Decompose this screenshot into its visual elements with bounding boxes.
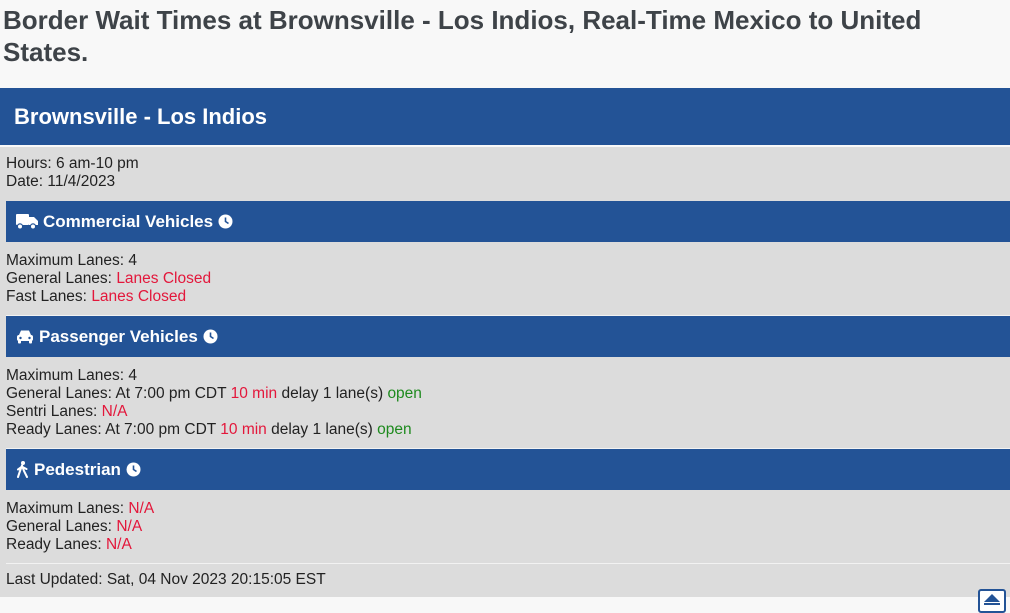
general-lanes-label: General Lanes: xyxy=(6,518,112,535)
passenger-sentri-row: Sentri Lanes: N/A xyxy=(6,403,1010,421)
general-lanes-status: Lanes Closed xyxy=(116,270,212,287)
max-lanes-label: Maximum Lanes: xyxy=(6,252,125,269)
pedestrian-ready-row: Ready Lanes: N/A xyxy=(6,536,1010,554)
walking-icon xyxy=(16,461,29,478)
max-lanes-value: 4 xyxy=(128,367,137,384)
passenger-section-header: Passenger Vehicles xyxy=(6,316,1010,357)
general-lanes-label: General Lanes: xyxy=(6,385,112,402)
commercial-title: Commercial Vehicles xyxy=(43,211,214,231)
date-row: Date: 11/4/2023 xyxy=(6,173,1010,191)
clock-icon[interactable] xyxy=(203,329,218,344)
general-lanes-delay: 10 min xyxy=(230,385,278,402)
pedestrian-max-row: Maximum Lanes: N/A xyxy=(6,500,1010,518)
general-lanes-delay-suffix: delay 1 lane(s) xyxy=(281,385,384,402)
passenger-max-row: Maximum Lanes: 4 xyxy=(6,367,1010,385)
clock-icon[interactable] xyxy=(218,214,233,229)
commercial-section-header: Commercial Vehicles xyxy=(6,201,1010,242)
hours-label: Hours: xyxy=(6,155,52,172)
ready-lanes-delay-suffix: delay 1 lane(s) xyxy=(271,421,373,438)
scroll-to-top-button[interactable] xyxy=(978,589,1006,613)
truck-icon xyxy=(16,213,38,230)
sentri-lanes-value: N/A xyxy=(101,403,128,420)
date-value: 11/4/2023 xyxy=(47,173,116,190)
max-lanes-label: Maximum Lanes: xyxy=(6,367,125,384)
pedestrian-general-row: General Lanes: N/A xyxy=(6,518,1010,536)
passenger-details: Maximum Lanes: 4 General Lanes: At 7:00 … xyxy=(0,357,1010,449)
fast-lanes-status: Lanes Closed xyxy=(91,288,187,305)
commercial-general-row: General Lanes: Lanes Closed xyxy=(6,270,1010,288)
passenger-ready-row: Ready Lanes: At 7:00 pm CDT 10 min delay… xyxy=(6,421,1010,439)
ready-lanes-time: At 7:00 pm CDT xyxy=(105,421,216,438)
passenger-general-row: General Lanes: At 7:00 pm CDT 10 min del… xyxy=(6,385,1010,403)
chevron-up-icon xyxy=(983,592,1001,611)
car-icon xyxy=(16,329,34,344)
pedestrian-title: Pedestrian xyxy=(34,459,121,479)
passenger-title: Passenger Vehicles xyxy=(39,326,198,346)
ready-lanes-label: Ready Lanes: xyxy=(6,536,102,553)
max-lanes-value: N/A xyxy=(128,500,155,517)
ready-lanes-label: Ready Lanes: xyxy=(6,421,102,438)
station-header: Brownsville - Los Indios xyxy=(0,88,1010,145)
last-updated-label: Last Updated: xyxy=(6,571,103,588)
clock-icon[interactable] xyxy=(126,462,141,477)
general-lanes-value: N/A xyxy=(116,518,143,535)
sentri-lanes-label: Sentri Lanes: xyxy=(6,403,98,420)
commercial-details: Maximum Lanes: 4 General Lanes: Lanes Cl… xyxy=(0,242,1010,316)
ready-lanes-delay: 10 min xyxy=(220,421,267,438)
date-label: Date: xyxy=(6,173,44,190)
fast-lanes-label: Fast Lanes: xyxy=(6,288,87,305)
station-panel: Hours: 6 am-10 pm Date: 11/4/2023 Commer… xyxy=(0,147,1010,597)
ready-lanes-value: N/A xyxy=(105,536,132,553)
hours-row: Hours: 6 am-10 pm xyxy=(6,155,1010,173)
page-title: Border Wait Times at Brownsville - Los I… xyxy=(3,5,922,67)
commercial-max-row: Maximum Lanes: 4 xyxy=(6,252,1010,270)
hours-value: 6 am-10 pm xyxy=(55,155,139,172)
pedestrian-details: Maximum Lanes: N/A General Lanes: N/A Re… xyxy=(0,490,1010,564)
station-info: Hours: 6 am-10 pm Date: 11/4/2023 xyxy=(0,147,1010,191)
max-lanes-value: 4 xyxy=(128,252,137,269)
last-updated-value: Sat, 04 Nov 2023 20:15:05 EST xyxy=(106,571,326,588)
commercial-fast-row: Fast Lanes: Lanes Closed xyxy=(6,288,1010,306)
ready-lanes-status: open xyxy=(377,421,412,438)
general-lanes-status: open xyxy=(387,385,422,402)
pedestrian-section-header: Pedestrian xyxy=(6,449,1010,490)
general-lanes-label: General Lanes: xyxy=(6,270,112,287)
general-lanes-time: At 7:00 pm CDT xyxy=(115,385,227,402)
max-lanes-label: Maximum Lanes: xyxy=(6,500,125,517)
last-updated: Last Updated: Sat, 04 Nov 2023 20:15:05 … xyxy=(0,564,1010,589)
